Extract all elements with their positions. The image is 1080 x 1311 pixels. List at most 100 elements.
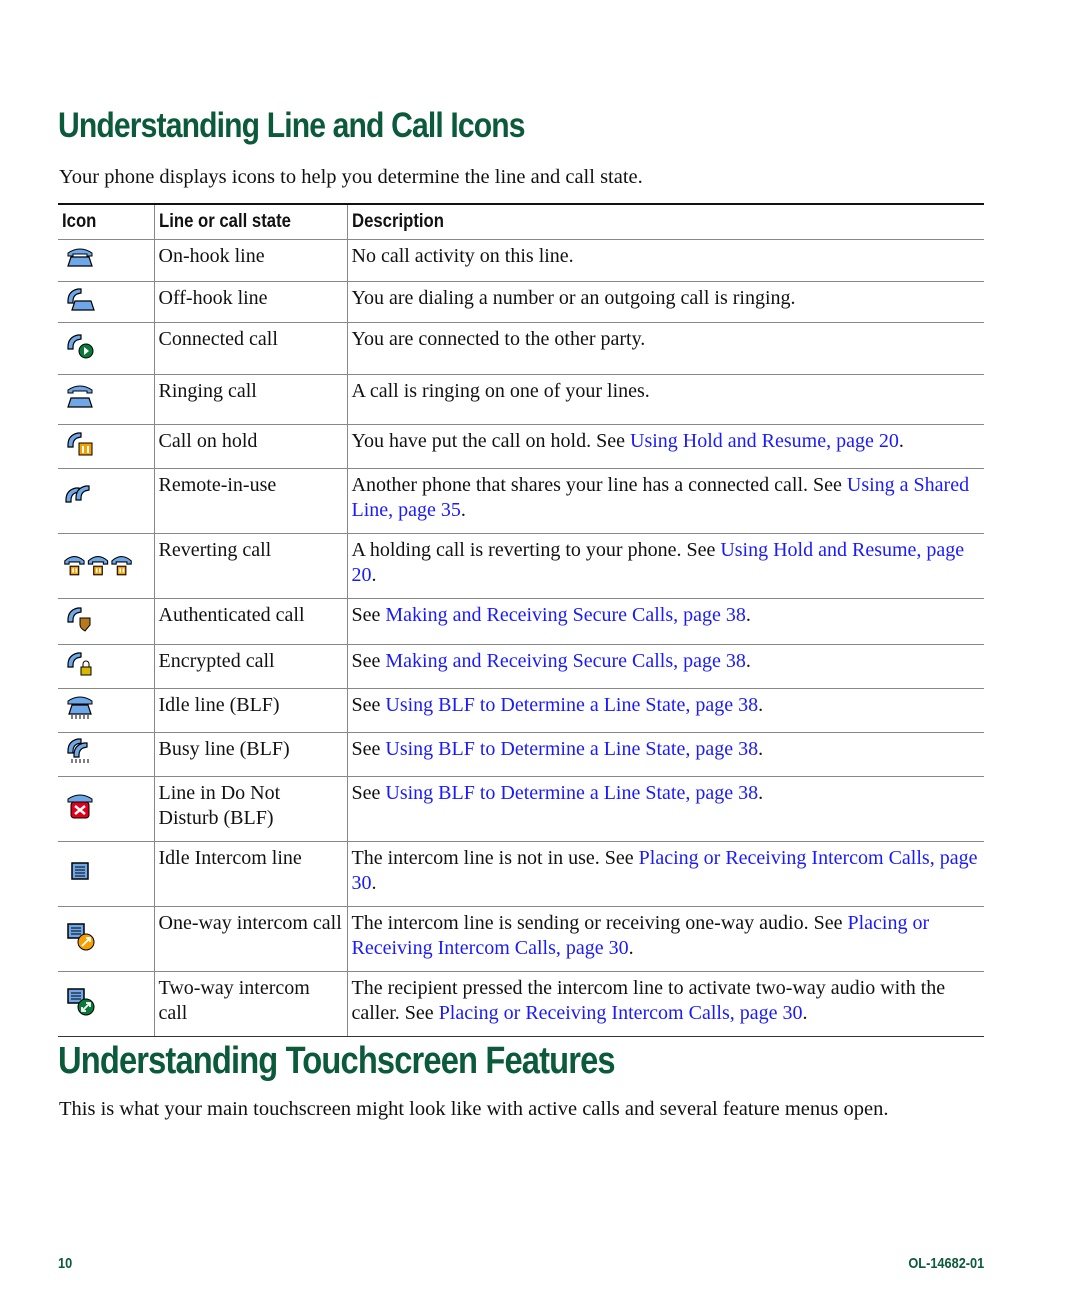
description-cell: See Using BLF to Determine a Line State,…	[346, 776, 984, 842]
description-cell: No call activity on this line.	[346, 239, 984, 282]
line-call-state: Ringing call	[158, 380, 257, 402]
description-text: The intercom line is not in use. See	[351, 847, 639, 869]
description-suffix: .	[460, 499, 466, 521]
state-cell: Idle line (BLF)	[153, 688, 347, 733]
state-cell: One-way intercom call	[153, 906, 347, 972]
description-text: A holding call is reverting to your phon…	[351, 539, 721, 561]
table-row: Line in Do Not Disturb (BLF) See Using B…	[58, 776, 984, 842]
line-call-state: Remote-in-use	[158, 474, 277, 496]
state-cell: Call on hold	[153, 424, 347, 469]
remote-in-use-icon	[62, 482, 98, 514]
line-call-state: Call on hold	[158, 430, 258, 452]
section-title-line-call-icons: Understanding Line and Call Icons	[58, 106, 526, 145]
description-text: You have put the call on hold. See	[351, 430, 630, 452]
icon-cell	[58, 732, 154, 777]
cross-reference-link[interactable]: Placing or Receiving Intercom Calls, pag…	[439, 1002, 803, 1024]
icon-cell	[58, 971, 154, 1037]
reverting-call-icon	[62, 548, 134, 580]
line-call-state: Connected call	[158, 328, 278, 350]
line-call-state: Busy line (BLF)	[158, 738, 290, 760]
description-suffix: .	[745, 604, 751, 626]
state-cell: Connected call	[153, 322, 347, 375]
off-hook-phone-icon	[62, 283, 98, 315]
description-suffix: .	[898, 430, 904, 452]
description-text: You are connected to the other party.	[351, 328, 646, 350]
description-suffix: .	[371, 872, 377, 894]
icon-cell	[58, 776, 154, 842]
line-call-state: Line in Do Not Disturb (BLF)	[158, 782, 281, 829]
icon-cell	[58, 841, 154, 907]
do-not-disturb-blf-icon	[62, 790, 98, 822]
state-cell: Remote-in-use	[153, 468, 347, 534]
description-cell: You are dialing a number or an outgoing …	[346, 281, 984, 323]
table-row: Connected call You are connected to the …	[58, 322, 984, 375]
page-number: 10	[58, 1255, 73, 1272]
table-row: Encrypted call See Making and Receiving …	[58, 644, 984, 689]
idle-line-blf-icon	[62, 691, 98, 723]
header-description: Description	[346, 203, 984, 240]
table-row: Idle line (BLF) See Using BLF to Determi…	[58, 688, 984, 733]
description-text: You are dialing a number or an outgoing …	[351, 287, 796, 309]
icon-cell	[58, 239, 154, 282]
description-suffix: .	[758, 738, 764, 760]
section-intro: Your phone displays icons to help you de…	[59, 166, 643, 188]
line-call-state: Idle line (BLF)	[158, 694, 280, 716]
icon-cell	[58, 468, 154, 534]
description-suffix: .	[758, 694, 764, 716]
cross-reference-link[interactable]: Using Hold and Resume, page 20	[630, 430, 899, 452]
icon-cell	[58, 688, 154, 733]
icon-cell	[58, 533, 154, 599]
description-cell: A call is ringing on one of your lines.	[346, 374, 984, 425]
header-icon: Icon	[58, 203, 154, 240]
line-call-state: Idle Intercom line	[158, 847, 302, 869]
idle-intercom-icon	[62, 855, 98, 887]
table-row: Off-hook line You are dialing a number o…	[58, 281, 984, 323]
on-hook-phone-icon	[62, 241, 98, 273]
description-cell: The intercom line is not in use. See Pla…	[346, 841, 984, 907]
section-title-touchscreen: Understanding Touchscreen Features	[58, 1040, 616, 1082]
description-text: A call is ringing on one of your lines.	[351, 380, 650, 402]
ringing-call-icon	[62, 380, 98, 412]
description-cell: The recipient pressed the intercom line …	[346, 971, 984, 1037]
state-cell: Reverting call	[153, 533, 347, 599]
two-way-intercom-icon	[62, 985, 98, 1017]
cross-reference-link[interactable]: Using BLF to Determine a Line State, pag…	[385, 782, 758, 804]
description-suffix: .	[745, 650, 751, 672]
state-cell: Idle Intercom line	[153, 841, 347, 907]
table-row: Call on hold You have put the call on ho…	[58, 424, 984, 469]
description-cell: See Using BLF to Determine a Line State,…	[346, 732, 984, 777]
state-cell: Ringing call	[153, 374, 347, 425]
line-call-state: Reverting call	[158, 539, 272, 561]
line-call-state: One-way intercom call	[158, 912, 342, 934]
busy-line-blf-icon	[62, 735, 98, 767]
description-text: See	[351, 694, 386, 716]
table-row: Idle Intercom line The intercom line is …	[58, 841, 984, 907]
table-row: One-way intercom call The intercom line …	[58, 906, 984, 972]
description-cell: The intercom line is sending or receivin…	[346, 906, 984, 972]
section-intro: This is what your main touchscreen might…	[59, 1098, 889, 1120]
state-cell: Line in Do Not Disturb (BLF)	[153, 776, 347, 842]
table-row: Ringing call A call is ringing on one of…	[58, 374, 984, 425]
line-call-state: Off-hook line	[158, 287, 268, 309]
table-row: Authenticated call See Making and Receiv…	[58, 598, 984, 645]
description-suffix: .	[758, 782, 764, 804]
cross-reference-link[interactable]: Making and Receiving Secure Calls, page …	[385, 650, 745, 672]
description-cell: A holding call is reverting to your phon…	[346, 533, 984, 599]
icon-cell	[58, 644, 154, 689]
cross-reference-link[interactable]: Making and Receiving Secure Calls, page …	[385, 604, 745, 626]
description-cell: See Making and Receiving Secure Calls, p…	[346, 598, 984, 645]
table-row: Busy line (BLF) See Using BLF to Determi…	[58, 732, 984, 777]
description-cell: You are connected to the other party.	[346, 322, 984, 375]
description-text: Another phone that shares your line has …	[351, 474, 847, 496]
cross-reference-link[interactable]: Using BLF to Determine a Line State, pag…	[385, 694, 758, 716]
description-text: See	[351, 738, 386, 760]
cross-reference-link[interactable]: Using BLF to Determine a Line State, pag…	[385, 738, 758, 760]
description-cell: See Making and Receiving Secure Calls, p…	[346, 644, 984, 689]
document-number: OL-14682-01	[908, 1255, 984, 1272]
description-cell: You have put the call on hold. See Using…	[346, 424, 984, 469]
icon-cell	[58, 598, 154, 645]
table-row: Reverting call A holding call is reverti…	[58, 533, 984, 599]
description-text: See	[351, 650, 386, 672]
description-cell: See Using BLF to Determine a Line State,…	[346, 688, 984, 733]
icon-cell	[58, 374, 154, 425]
